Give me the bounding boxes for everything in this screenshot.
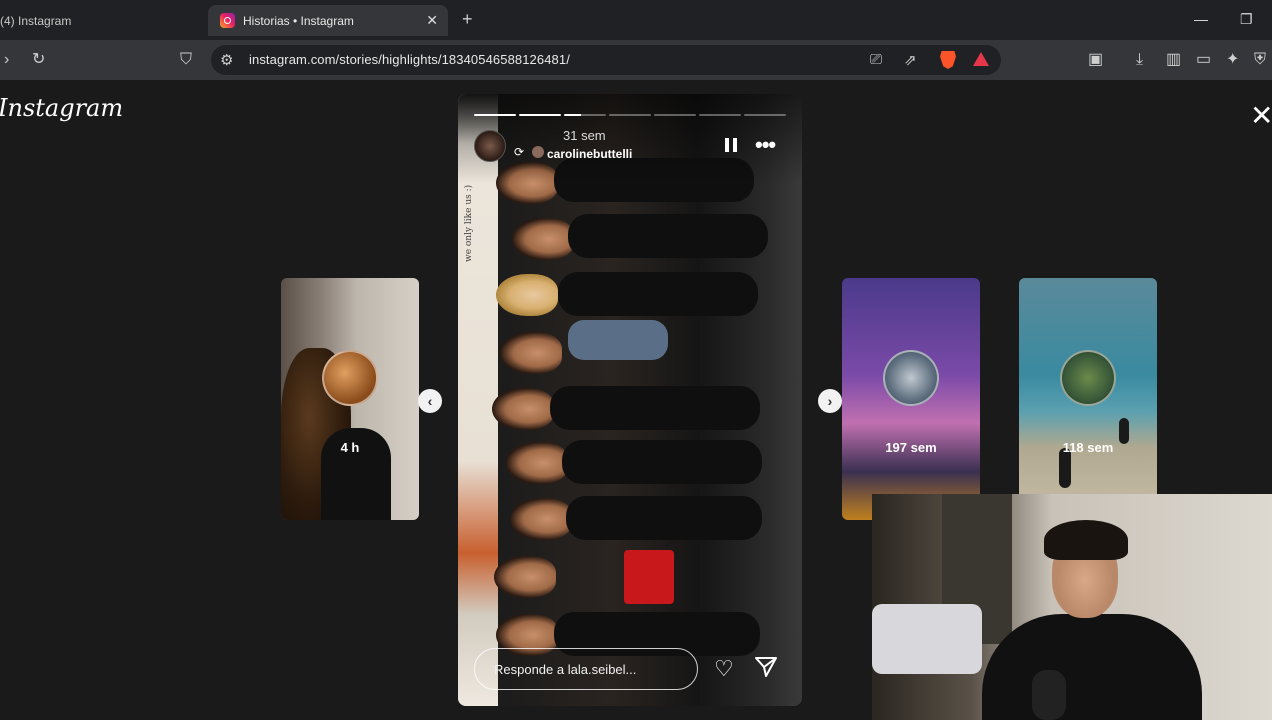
story-caption: we only like us :) — [464, 184, 474, 262]
tab-instagram[interactable]: (4) Instagram — [0, 5, 200, 36]
streamer — [982, 614, 1202, 720]
browser-tab-bar: (4) Instagram Historias • Instagram ✕ + … — [0, 0, 1272, 40]
microphone — [1032, 670, 1066, 720]
previous-story-preview[interactable]: 4 h — [281, 278, 419, 520]
leo-ai-icon[interactable]: ✦ — [1226, 51, 1239, 69]
bookmark-icon[interactable]: ⛉ — [180, 51, 192, 69]
progress-segment — [654, 114, 696, 116]
story-time: 4 h — [340, 440, 360, 455]
share-icon[interactable]: ⇗ — [904, 51, 917, 69]
site-settings-icon[interactable]: ⚙ — [220, 51, 233, 69]
forward-icon[interactable]: › — [4, 51, 9, 69]
next-story-button[interactable]: › — [818, 389, 842, 413]
progress-segment — [744, 114, 786, 116]
instagram-favicon-icon — [220, 13, 235, 28]
story-avatar — [1060, 350, 1116, 406]
progress-segment — [609, 114, 651, 116]
progress-segment — [699, 114, 741, 116]
brave-rewards-icon[interactable] — [973, 52, 989, 66]
story-time: 31 sem — [563, 128, 606, 143]
like-heart-icon[interactable]: ♡ — [714, 656, 734, 682]
current-story[interactable]: 31 sem ⟳ carolinebuttelli ••• we only li… — [458, 94, 802, 706]
new-tab-button[interactable]: + — [462, 9, 473, 30]
webcam-overlay — [872, 494, 1272, 720]
story-progress-bar — [474, 114, 786, 116]
instagram-logo[interactable]: Instagram — [0, 94, 123, 122]
tab-close-icon[interactable]: ✕ — [426, 12, 438, 29]
repost-icon: ⟳ — [514, 145, 525, 159]
wallet-icon[interactable]: ▭ — [1196, 51, 1211, 69]
url-text[interactable]: instagram.com/stories/highlights/1834054… — [249, 52, 570, 67]
story-author-avatar[interactable] — [474, 130, 506, 162]
restore-icon[interactable]: ❐ — [1240, 11, 1253, 28]
story-username[interactable]: carolinebuttelli — [547, 147, 632, 161]
close-stories-button[interactable]: ✕ — [1250, 102, 1272, 130]
tab-title: Historias • Instagram — [243, 13, 354, 28]
progress-segment — [519, 114, 561, 116]
reader-icon[interactable]: ▣ — [1088, 51, 1103, 69]
author-mini-avatar — [532, 146, 544, 158]
previous-story-button[interactable]: ‹ — [418, 389, 442, 413]
cast-icon[interactable]: ⎚ — [870, 51, 882, 68]
reload-icon[interactable]: ↻ — [32, 51, 45, 69]
pause-icon[interactable] — [725, 138, 737, 152]
sidebar-icon[interactable]: ▥ — [1166, 51, 1181, 69]
vpn-shield-icon[interactable]: ⛨ — [1254, 51, 1266, 69]
progress-segment — [564, 114, 606, 116]
story-time: 118 sem — [1062, 440, 1114, 455]
minimize-icon[interactable]: — — [1194, 11, 1208, 27]
progress-segment — [474, 114, 516, 116]
tab-historias[interactable]: Historias • Instagram ✕ — [208, 5, 448, 36]
story-avatar — [322, 350, 378, 406]
download-icon[interactable]: ⤓ — [1136, 51, 1143, 69]
next-story-preview-2[interactable]: 118 sem — [1019, 278, 1157, 520]
story-time: 197 sem — [885, 440, 937, 455]
tab-title: (4) Instagram — [0, 13, 72, 28]
next-story-preview[interactable]: 197 sem — [842, 278, 980, 520]
reply-placeholder: Responde a lala.seibel... — [494, 662, 637, 677]
more-options-icon[interactable]: ••• — [755, 132, 776, 158]
send-icon[interactable] — [754, 656, 778, 678]
story-avatar — [883, 350, 939, 406]
